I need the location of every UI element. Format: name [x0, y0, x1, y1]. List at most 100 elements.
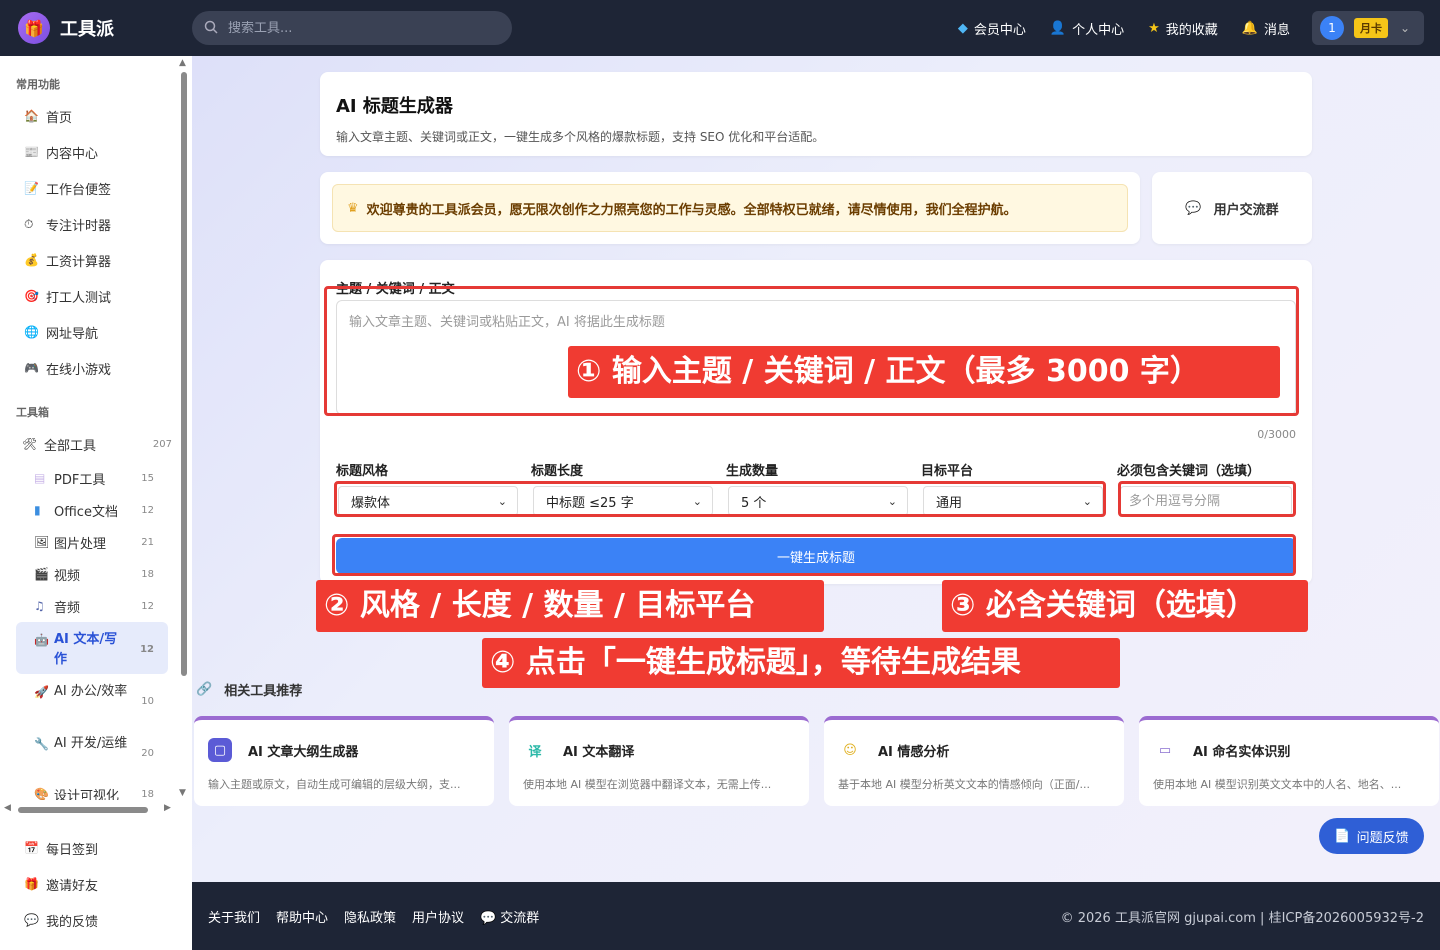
robot-icon: 🤖 — [34, 633, 49, 647]
sidebar-item-checkin[interactable]: 📅 每日签到 — [0, 830, 192, 866]
tool-card-translate[interactable]: 译 AI 文本翻译 使用本地 AI 模型在浏览器中翻译文本，无需上传... — [509, 716, 809, 806]
top-bar: 🎁 工具派 ◆ 会员中心 👤 个人中心 ★ 我的收藏 🔔 消息 1 月卡 ⌄ — [0, 0, 1440, 56]
footer-link-help[interactable]: 帮助中心 — [276, 907, 328, 926]
count-badge: 15 — [141, 472, 154, 484]
count-badge: 20 — [141, 748, 154, 759]
sidebar-item-label: AI 开发/运维 — [54, 736, 128, 751]
search-input[interactable] — [228, 20, 488, 36]
tool-name: AI 文本翻译 — [563, 744, 635, 760]
annotation-step-3: ③ 必含关键词（选填） — [942, 580, 1308, 632]
translate-icon: 译 — [528, 744, 542, 760]
scrollbar-thumb[interactable] — [18, 807, 148, 813]
sidebar-horizontal-scrollbar[interactable]: ◀ ▶ — [0, 802, 178, 816]
sidebar-item-timer[interactable]: ⏱ 专注计时器 — [0, 206, 178, 242]
count-badge: 10 — [141, 696, 154, 707]
nav-favorites[interactable]: ★ 我的收藏 — [1148, 19, 1218, 38]
sidebar-item-salary[interactable]: 💰 工资计算器 — [0, 242, 178, 278]
rocket-icon: 🚀 — [34, 685, 49, 699]
home-icon: 🏠 — [24, 109, 39, 123]
group-label: 用户交流群 — [1213, 202, 1279, 218]
sidebar-item-home[interactable]: 🏠 首页 — [0, 98, 178, 134]
scroll-down-arrow-icon[interactable]: ▼ — [179, 788, 186, 798]
count-badge: 18 — [141, 788, 154, 800]
footer-link-about[interactable]: 关于我们 — [208, 907, 260, 926]
count-select[interactable]: 5 个 ⌄ — [728, 486, 908, 516]
sidebar-vertical-scrollbar[interactable]: ▲ ▼ — [178, 56, 190, 800]
sidebar-item-ai-office[interactable]: 🚀 AI 办公/效率 10 — [0, 674, 178, 726]
money-bag-icon: 💰 — [24, 253, 39, 267]
tool-desc: 使用本地 AI 模型识别英文文本中的人名、地名、... — [1153, 778, 1402, 791]
count-badge: 12 — [141, 504, 154, 516]
scroll-up-arrow-icon[interactable]: ▲ — [179, 58, 186, 68]
sidebar-item-image[interactable]: 🖼 图片处理 21 — [0, 526, 178, 558]
bell-icon: 🔔 — [1241, 20, 1258, 36]
sidebar-item-feedback[interactable]: 💬 我的反馈 — [0, 902, 192, 938]
sidebar-item-design[interactable]: 🎨 设计可视化 18 — [0, 778, 178, 800]
notice-card: ♛ 欢迎尊贵的工具派会员，愿无限次创作之力照亮您的工作与灵感。全部特权已就绪，请… — [320, 172, 1140, 244]
sidebar-item-memo[interactable]: 📝 工作台便签 — [0, 170, 178, 206]
platform-select[interactable]: 通用 ⌄ — [923, 486, 1103, 516]
sidebar-item-games[interactable]: 🎮 在线小游戏 — [0, 350, 178, 386]
topic-label: 主题 / 关键词 / 正文 — [336, 282, 455, 297]
footer-link-label: 交流群 — [500, 910, 540, 926]
sidebar-item-label: 全部工具 — [44, 438, 97, 454]
nav-personal-center[interactable]: 👤 个人中心 — [1050, 19, 1124, 38]
sidebar-item-worker-test[interactable]: 🎯 打工人测试 — [0, 278, 178, 314]
length-select[interactable]: 中标题 ≤25 字 ⌄ — [533, 486, 713, 516]
sidebar-item-invite[interactable]: 🎁 邀请好友 — [0, 866, 192, 902]
sidebar-item-nav[interactable]: 🌐 网址导航 — [0, 314, 178, 350]
scroll-right-arrow-icon[interactable]: ▶ — [164, 803, 171, 813]
scroll-left-arrow-icon[interactable]: ◀ — [4, 803, 11, 813]
generate-button[interactable]: 一键生成标题 — [336, 538, 1296, 574]
smiley-icon: ☺ — [843, 742, 857, 758]
keyword-label: 必须包含关键词（选填） — [1117, 464, 1261, 479]
crown-icon: ♛ — [347, 200, 359, 216]
footer-link-privacy[interactable]: 隐私政策 — [344, 907, 396, 926]
scrollbar-thumb[interactable] — [181, 72, 187, 676]
footer: 关于我们 帮助中心 隐私政策 用户协议 💬 交流群 © 2026 工具派官网 gj… — [192, 882, 1440, 950]
search-box[interactable] — [192, 11, 512, 45]
user-group-button[interactable]: 💬 用户交流群 — [1152, 172, 1312, 244]
footer-link-terms[interactable]: 用户协议 — [412, 907, 464, 926]
generator-form: 主题 / 关键词 / 正文 0/3000 标题风格 标题长度 生成数量 目标平台… — [320, 260, 1312, 584]
nav-messages[interactable]: 🔔 消息 — [1242, 19, 1290, 38]
tool-desc: 使用本地 AI 模型在浏览器中翻译文本，无需上传... — [523, 778, 772, 791]
annotation-step-1: ① 输入主题 / 关键词 / 正文（最多 3000 字） — [568, 346, 1280, 398]
star-icon: ★ — [1148, 20, 1160, 36]
count-badge: 12 — [141, 600, 154, 612]
length-value: 中标题 ≤25 字 — [546, 495, 634, 511]
tool-name: AI 文章大纲生成器 — [248, 744, 359, 760]
tool-card-outline[interactable]: ▢ AI 文章大纲生成器 输入主题或原文，自动生成可编辑的层级大纲，支... — [194, 716, 494, 806]
sidebar-item-label: 设计可视化 — [54, 788, 120, 801]
length-label: 标题长度 — [531, 464, 584, 479]
sidebar-item-label: 内容中心 — [46, 146, 99, 162]
tool-card-ner[interactable]: ▭ AI 命名实体识别 使用本地 AI 模型识别英文文本中的人名、地名、... — [1139, 716, 1439, 806]
calendar-icon: 📅 — [24, 841, 39, 855]
sidebar-item-ai-writing[interactable]: 🤖 AI 文本/写作 12 — [16, 622, 168, 674]
gamepad-icon: 🎮 — [24, 361, 39, 375]
copyright: © 2026 工具派官网 gjupai.com | 桂ICP备202600593… — [1060, 910, 1424, 926]
keyword-input[interactable] — [1120, 486, 1292, 516]
footer-link-group[interactable]: 💬 交流群 — [480, 907, 539, 926]
document-icon: 📄 — [1334, 828, 1351, 844]
nav-label: 会员中心 — [973, 22, 1026, 38]
sidebar-item-ai-dev[interactable]: 🔧 AI 开发/运维 20 — [0, 726, 178, 778]
sidebar-item-content[interactable]: 📰 内容中心 — [0, 134, 178, 170]
style-select[interactable]: 爆款体 ⌄ — [338, 486, 518, 516]
sidebar-item-label: AI 办公/效率 — [54, 684, 128, 699]
feedback-button[interactable]: 📄 问题反馈 — [1319, 818, 1424, 854]
char-counter: 0/3000 — [1257, 428, 1296, 441]
logo[interactable]: 🎁 工具派 — [18, 12, 192, 44]
tool-card-sentiment[interactable]: ☺ AI 情感分析 基于本地 AI 模型分析英文文本的情感倾向（正面/... — [824, 716, 1124, 806]
sidebar-item-pdf[interactable]: ▤ PDF工具 15 — [0, 462, 178, 494]
sidebar-item-all-tools[interactable]: 🛠 全部工具 207 — [0, 426, 178, 462]
sidebar-item-audio[interactable]: ♫ 音频 12 — [0, 590, 178, 622]
sidebar-item-label: 首页 — [46, 110, 73, 126]
search-icon — [204, 19, 218, 38]
sidebar-item-office[interactable]: ▮ Office文档 12 — [0, 494, 178, 526]
user-menu[interactable]: 1 月卡 ⌄ — [1312, 11, 1424, 45]
stopwatch-icon: ⏱ — [24, 216, 34, 231]
sidebar-item-video[interactable]: 🎬 视频 18 — [0, 558, 178, 590]
speech-bubble-icon: 💬 — [480, 910, 497, 926]
nav-member-center[interactable]: ◆ 会员中心 — [958, 19, 1026, 38]
